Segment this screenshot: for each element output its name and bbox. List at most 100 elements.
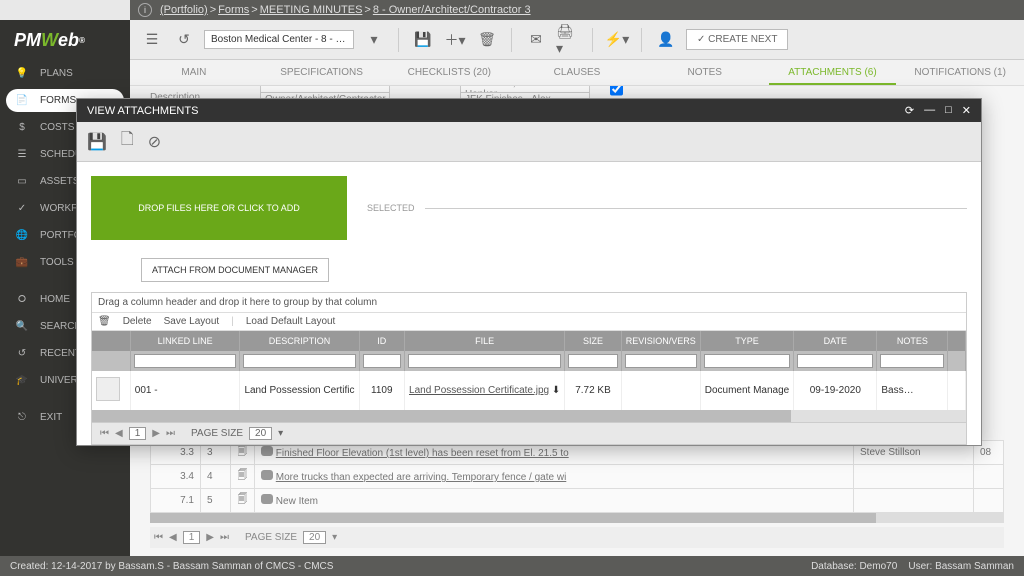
create-next-button[interactable]: ✓ CREATE NEXT xyxy=(686,29,788,50)
page-size-select[interactable]: 20 xyxy=(249,427,272,440)
delete-icon[interactable]: 🗑 xyxy=(475,28,499,52)
grid-delete[interactable]: Delete xyxy=(123,316,152,327)
print-icon[interactable]: 🖨▾ xyxy=(556,28,580,52)
tab-main[interactable]: MAIN xyxy=(130,60,258,85)
col-rev[interactable]: REVISION/VERS xyxy=(621,331,700,351)
save-icon[interactable]: 💾 xyxy=(87,132,107,152)
attach-from-doc-manager-button[interactable]: ATTACH FROM DOCUMENT MANAGER xyxy=(141,258,329,282)
download-icon[interactable]: ⬇ xyxy=(552,385,560,396)
crumb-meeting[interactable]: MEETING MINUTES xyxy=(260,4,363,16)
grid-save-layout[interactable]: Save Layout xyxy=(164,316,220,327)
tab-specifications[interactable]: SPECIFICATIONS xyxy=(258,60,386,85)
thumbnail-icon[interactable] xyxy=(96,377,120,401)
col-file[interactable]: FILE xyxy=(405,331,565,351)
note-icon[interactable]: 🗐 xyxy=(238,494,248,505)
selected-label: SELECTED xyxy=(367,203,415,213)
save-icon[interactable]: 💾 xyxy=(411,28,435,52)
page-size-select[interactable]: 20 xyxy=(303,531,326,544)
first-page-icon[interactable]: ⏮ xyxy=(100,428,109,439)
cell-file-link[interactable]: Land Possession Certificate.jpg xyxy=(409,385,549,396)
footer-created: Created: 12-14-2017 by Bassam.S - Bassam… xyxy=(10,561,333,572)
page-size-label: PAGE SIZE xyxy=(191,428,243,439)
page-number[interactable]: 1 xyxy=(183,531,201,544)
filter-date[interactable] xyxy=(797,354,873,368)
globe-icon: 🌐 xyxy=(14,230,30,241)
record-dropdown[interactable]: Boston Medical Center - 8 - Owner/A… xyxy=(204,30,354,49)
filter-linked[interactable] xyxy=(134,354,237,368)
refresh-icon[interactable]: ⟳ xyxy=(905,104,914,117)
col-linked[interactable]: LINKED LINE xyxy=(130,331,240,351)
first-page-icon[interactable]: ⏮ xyxy=(154,532,163,543)
chevron-down-icon[interactable]: ▾ xyxy=(332,532,337,543)
search-icon: 🔍 xyxy=(14,321,30,332)
info-icon[interactable]: i xyxy=(138,3,152,17)
group-by-hint[interactable]: Drag a column header and drop it here to… xyxy=(92,293,966,313)
grad-icon: 🎓 xyxy=(14,375,30,386)
tab-notes[interactable]: NOTES xyxy=(641,60,769,85)
col-id[interactable]: ID xyxy=(359,331,405,351)
pager: ⏮ ◀ 1 ▶ ⏭ PAGE SIZE 20 ▾ xyxy=(150,527,1004,548)
filter-file[interactable] xyxy=(408,354,561,368)
col-notes[interactable]: NOTES xyxy=(877,331,948,351)
mail-icon[interactable]: ✉ xyxy=(524,28,548,52)
filter-rev[interactable] xyxy=(625,354,697,368)
next-page-icon[interactable]: ▶ xyxy=(206,532,214,543)
col-desc[interactable]: DESCRIPTION xyxy=(240,331,359,351)
tab-clauses[interactable]: CLAUSES xyxy=(513,60,641,85)
crumb-forms[interactable]: Forms xyxy=(218,4,249,16)
table-row[interactable]: 001 - Land Possession Certific 1109 Land… xyxy=(92,371,966,410)
table-row[interactable]: 3.4 4 🗐 More trucks than expected are ar… xyxy=(151,465,1004,489)
horizontal-scrollbar[interactable] xyxy=(92,410,966,422)
cell-size: 7.72 KB xyxy=(565,371,621,410)
grid-pager: ⏮ ◀ 1 ▶ ⏭ PAGE SIZE 20 ▾ xyxy=(92,422,966,444)
filter-type[interactable] xyxy=(704,354,791,368)
refresh-icon[interactable]: ↺ xyxy=(172,28,196,52)
sidebar-label: TOOLS xyxy=(40,257,74,268)
filter-desc[interactable] xyxy=(243,354,355,368)
col-size[interactable]: SIZE xyxy=(565,331,621,351)
filter-id[interactable] xyxy=(363,354,402,368)
add-icon[interactable]: ＋▾ xyxy=(443,28,467,52)
view-attachments-modal: VIEW ATTACHMENTS ⟳ ― □ ✕ 💾 🗋 ⊘ DROP FILE… xyxy=(76,98,982,446)
sidebar-item-plans[interactable]: 💡PLANS xyxy=(0,60,130,87)
bolt-icon[interactable]: ⚡▾ xyxy=(605,28,629,52)
chevron-down-icon[interactable]: ▾ xyxy=(278,428,283,439)
table-row[interactable]: 7.1 5 🗐 New Item xyxy=(151,489,1004,513)
recent-icon: ↺ xyxy=(14,348,30,359)
prev-page-icon[interactable]: ◀ xyxy=(115,428,123,439)
tab-attachments[interactable]: ATTACHMENTS (6) xyxy=(769,60,897,85)
last-page-icon[interactable]: ⏭ xyxy=(220,532,229,543)
filter-size[interactable] xyxy=(568,354,617,368)
chevron-down-icon[interactable]: ▾ xyxy=(362,28,386,52)
sidebar-label: HOME xyxy=(40,294,70,305)
grid-load-layout[interactable]: Load Default Layout xyxy=(246,316,336,327)
delete-icon[interactable]: 🗑 xyxy=(98,316,111,327)
new-file-icon[interactable]: 🗋 xyxy=(121,128,134,155)
user-icon[interactable]: 👤 xyxy=(654,28,678,52)
filter-notes[interactable] xyxy=(880,354,944,368)
note-icon[interactable]: 🗐 xyxy=(238,470,248,481)
minimize-icon[interactable]: ― xyxy=(924,104,935,117)
modal-title: VIEW ATTACHMENTS xyxy=(87,105,198,117)
sidebar-label: ASSETS xyxy=(40,176,79,187)
cancel-icon[interactable]: ⊘ xyxy=(148,132,161,152)
prev-page-icon[interactable]: ◀ xyxy=(169,532,177,543)
cell-date: 09-19-2020 xyxy=(794,371,877,410)
next-page-icon[interactable]: ▶ xyxy=(152,428,160,439)
col-type[interactable]: TYPE xyxy=(700,331,794,351)
tab-notifications[interactable]: NOTIFICATIONS (1) xyxy=(896,60,1024,85)
sidebar-label: EXIT xyxy=(40,412,62,423)
close-icon[interactable]: ✕ xyxy=(962,104,971,117)
last-page-icon[interactable]: ⏭ xyxy=(166,428,175,439)
footer-user: Bassam Samman xyxy=(935,561,1014,572)
crumb-portfolio[interactable]: (Portfolio) xyxy=(160,4,208,16)
dropzone[interactable]: DROP FILES HERE OR CLICK TO ADD xyxy=(91,176,347,240)
col-date[interactable]: DATE xyxy=(794,331,877,351)
crumb-record[interactable]: 8 - Owner/Architect/Contractor 3 xyxy=(373,4,531,16)
cell-type: Document Manage xyxy=(700,371,794,410)
tab-checklists[interactable]: CHECKLISTS (20) xyxy=(385,60,513,85)
page-number[interactable]: 1 xyxy=(129,427,147,440)
maximize-icon[interactable]: □ xyxy=(945,104,952,117)
modal-titlebar[interactable]: VIEW ATTACHMENTS ⟳ ― □ ✕ xyxy=(77,99,981,122)
list-icon[interactable]: ☰ xyxy=(140,28,164,52)
